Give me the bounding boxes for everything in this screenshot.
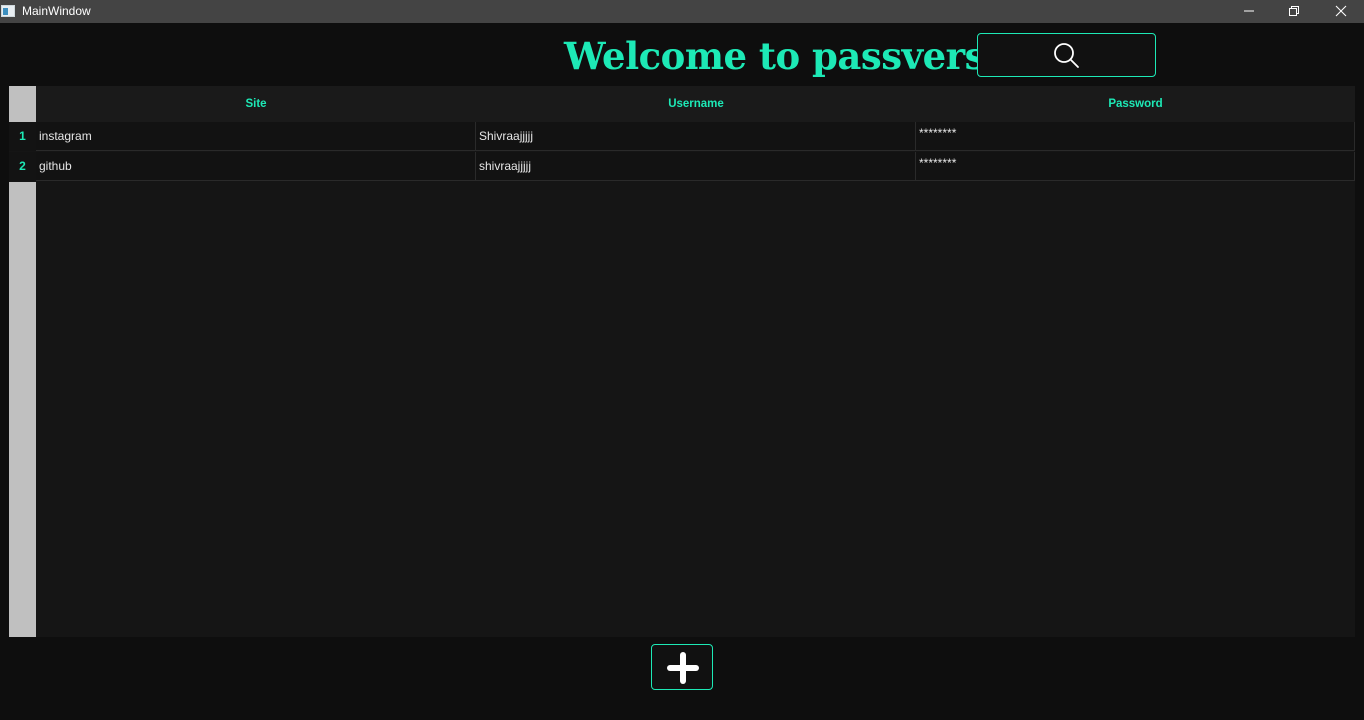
- main-window: MainWindow Welcome to passverse Site Use…: [0, 0, 1364, 720]
- close-button[interactable]: [1318, 0, 1364, 23]
- restore-icon: [1289, 6, 1299, 16]
- window-title: MainWindow: [22, 4, 91, 18]
- cell-username[interactable]: shivraajjjjj: [476, 152, 916, 181]
- table-row[interactable]: 2 github shivraajjjjj ********: [9, 152, 1355, 182]
- minimize-icon: [1244, 10, 1254, 12]
- title-bar[interactable]: MainWindow: [0, 0, 1364, 23]
- cell-site[interactable]: github: [36, 152, 476, 181]
- close-icon: [1335, 5, 1347, 17]
- cell-site[interactable]: instagram: [36, 122, 476, 151]
- restore-button[interactable]: [1271, 0, 1317, 23]
- table-corner-button[interactable]: [9, 86, 36, 122]
- password-table[interactable]: Site Username Password 1 instagram Shivr…: [9, 86, 1355, 637]
- plus-icon: [667, 652, 699, 684]
- column-header-username[interactable]: Username: [476, 86, 916, 122]
- row-number[interactable]: 2: [9, 152, 36, 181]
- cell-password[interactable]: ********: [916, 122, 1355, 151]
- search-button[interactable]: [977, 33, 1156, 77]
- add-entry-button[interactable]: [651, 644, 713, 690]
- minimize-button[interactable]: [1226, 0, 1272, 23]
- column-header-password[interactable]: Password: [916, 86, 1355, 122]
- table-row[interactable]: 1 instagram Shivraajjjjj ********: [9, 122, 1355, 152]
- row-header-area: [9, 182, 36, 637]
- cell-password[interactable]: ********: [916, 152, 1355, 181]
- page-title: Welcome to passverse: [564, 34, 1008, 78]
- app-icon: [1, 5, 15, 17]
- search-icon: [1054, 43, 1079, 68]
- cell-username[interactable]: Shivraajjjjj: [476, 122, 916, 151]
- cell-password-text: ********: [919, 156, 957, 170]
- cell-password-text: ********: [919, 126, 957, 140]
- column-header-site[interactable]: Site: [36, 86, 476, 122]
- table-header: Site Username Password: [36, 86, 1355, 122]
- row-number[interactable]: 1: [9, 122, 36, 151]
